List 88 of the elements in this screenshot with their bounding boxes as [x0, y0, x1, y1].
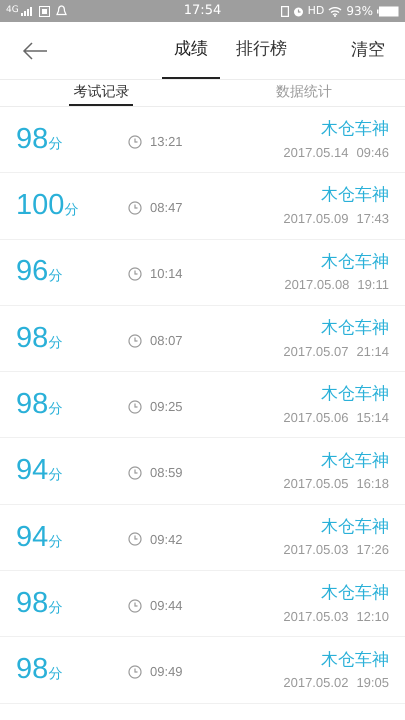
- duration-text: 08:59: [150, 464, 183, 482]
- record-date: 2017.05.14: [283, 144, 348, 162]
- record-time: 12:10: [356, 608, 389, 626]
- record-row[interactable]: 98分 08:07 木仓车神 2017.05.07 21:14: [0, 306, 405, 372]
- app-icon: [38, 6, 50, 16]
- record-row[interactable]: 94分 08:59 木仓车神 2017.05.05 16:18: [0, 438, 405, 505]
- score-unit: 分: [48, 334, 62, 353]
- record-row[interactable]: 100分 08:47 木仓车神 2017.05.09 17:43: [0, 173, 405, 240]
- record-row[interactable]: 96分 10:14 木仓车神 2017.05.08 19:11: [0, 240, 405, 306]
- user-name: 木仓车神: [321, 383, 389, 406]
- record-time: 17:43: [356, 210, 389, 228]
- record-time: 19:11: [357, 276, 389, 294]
- score-unit: 分: [48, 598, 62, 618]
- duration-text: 08:47: [150, 199, 183, 218]
- score-value: 98: [16, 652, 48, 688]
- battery-icon: [377, 6, 399, 16]
- record-row[interactable]: 98分 09:25 木仓车神 2017.05.06 15:14: [0, 372, 405, 438]
- score-unit: 分: [64, 201, 78, 220]
- user-name: 木仓车神: [321, 582, 389, 606]
- record-date: 2017.05.07: [283, 342, 348, 361]
- duration-text: 09:42: [150, 530, 183, 549]
- record-time: 21:14: [356, 342, 389, 361]
- record-date: 2017.05.02: [283, 674, 348, 692]
- score-unit: 分: [48, 267, 62, 286]
- header-tab[interactable]: 成绩: [162, 22, 220, 79]
- score-value: 96: [16, 254, 48, 290]
- clock-icon: [128, 598, 142, 613]
- record-row[interactable]: 98分 09:49 木仓车神 2017.05.02 19:05: [0, 637, 405, 704]
- duration-text: 09:25: [150, 398, 183, 416]
- hd-label: HD: [308, 2, 324, 19]
- record-time: 19:05: [356, 674, 389, 692]
- user-name: 木仓车神: [321, 317, 389, 340]
- user-name: 木仓车神: [321, 250, 389, 274]
- score-value: 98: [16, 122, 48, 157]
- record-time: 15:14: [356, 408, 389, 427]
- score-unit: 分: [48, 665, 62, 684]
- user-name: 木仓车神: [321, 516, 389, 539]
- alarm-icon: [292, 6, 304, 16]
- duration-text: 13:21: [150, 132, 183, 151]
- score-value: 94: [16, 453, 48, 488]
- record-date: 2017.05.06: [283, 408, 348, 427]
- battery-text: 93%: [346, 3, 373, 20]
- record-row[interactable]: 98分 13:21 木仓车神 2017.05.14 09:46: [0, 107, 405, 174]
- clock-icon: [128, 665, 142, 680]
- clock-icon: [128, 267, 142, 282]
- record-row[interactable]: 98分 09:44 木仓车神 2017.05.03 12:10: [0, 571, 405, 638]
- duration-text: 10:14: [150, 265, 183, 284]
- clear-button[interactable]: 清空: [351, 38, 385, 64]
- score-value: 98: [16, 586, 48, 621]
- record-row[interactable]: 94分 09:42 木仓车神 2017.05.03 17:26: [0, 504, 405, 572]
- user-name: 木仓车神: [321, 118, 389, 142]
- score-unit: 分: [48, 134, 62, 154]
- score-unit: 分: [48, 532, 62, 552]
- record-date: 2017.05.08: [284, 276, 350, 294]
- score-value: 98: [16, 387, 48, 422]
- clock-text: 17:54: [184, 2, 222, 20]
- duration-text: 08:07: [150, 332, 183, 350]
- clock-icon: [128, 334, 142, 348]
- header-tab[interactable]: 排行榜: [224, 22, 299, 79]
- clock-icon: [128, 200, 142, 215]
- duration-text: 09:49: [150, 663, 183, 682]
- user-name: 木仓车神: [321, 648, 389, 672]
- sub-tab[interactable]: 数据统计: [272, 80, 336, 106]
- clock-icon: [128, 400, 142, 414]
- user-name: 木仓车神: [321, 450, 389, 473]
- sub-tab[interactable]: 考试记录: [69, 80, 134, 106]
- clock-icon: [128, 134, 142, 149]
- network-label: 4G: [6, 4, 19, 18]
- record-time: 16:18: [356, 475, 389, 494]
- wifi-icon: [328, 6, 342, 16]
- record-date: 2017.05.03: [283, 608, 348, 626]
- signal-icon: [20, 6, 33, 16]
- clock-icon: [128, 532, 142, 546]
- record-date: 2017.05.05: [283, 475, 348, 494]
- record-time: 09:46: [356, 144, 389, 162]
- user-name: 木仓车神: [321, 184, 389, 208]
- record-date: 2017.05.09: [283, 210, 348, 228]
- duration-text: 09:44: [150, 596, 183, 615]
- score-unit: 分: [48, 466, 62, 486]
- score-value: 94: [16, 520, 48, 555]
- back-arrow-icon: [22, 42, 48, 60]
- score-unit: 分: [48, 400, 62, 420]
- record-date: 2017.05.03: [283, 541, 348, 560]
- score-value: 98: [16, 320, 48, 356]
- phone-icon: [280, 6, 289, 16]
- record-time: 17:26: [356, 541, 389, 560]
- clock-icon: [128, 466, 142, 480]
- score-value: 100: [16, 188, 64, 224]
